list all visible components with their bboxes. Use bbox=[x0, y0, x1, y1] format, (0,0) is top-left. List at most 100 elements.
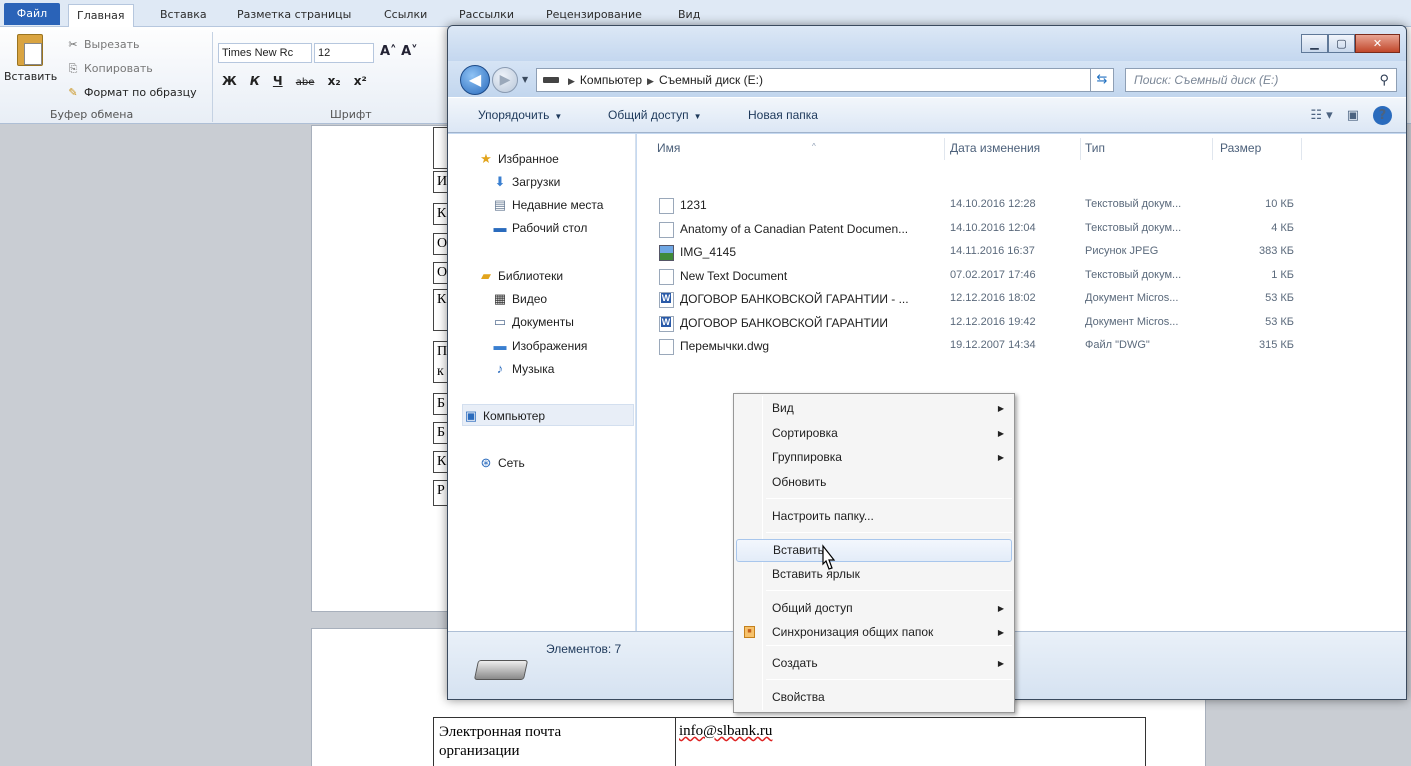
history-dropdown-icon[interactable]: ▼ bbox=[522, 75, 528, 84]
back-button[interactable]: ◀ bbox=[460, 65, 490, 95]
nav-label: Компьютер bbox=[483, 409, 546, 423]
file-size: 53 КБ bbox=[1265, 316, 1294, 328]
format-painter-button[interactable]: ✎ Формат по образцу bbox=[66, 83, 197, 103]
forward-button[interactable]: ▶ bbox=[492, 67, 518, 93]
file-date: 14.10.2016 12:04 bbox=[950, 222, 1036, 234]
font-size-select[interactable]: 12 bbox=[314, 43, 374, 63]
menu-item-6[interactable]: Вставить ярлык bbox=[736, 563, 1012, 586]
format-painter-label: Формат по образцу bbox=[84, 86, 197, 99]
view-options-icon[interactable]: ☷ ▾ bbox=[1310, 108, 1332, 123]
file-row[interactable]: ДОГОВОР БАНКОВСКОЙ ГАРАНТИИ 12.12.2016 19… bbox=[637, 312, 1406, 335]
dwg-file-icon bbox=[659, 339, 674, 355]
underline-button[interactable]: Ч bbox=[273, 74, 283, 88]
menu-item-7[interactable]: Общий доступ ▶ bbox=[736, 597, 1012, 620]
submenu-arrow-icon: ▶ bbox=[997, 659, 1004, 668]
superscript-button[interactable]: x² bbox=[354, 74, 367, 88]
italic-button[interactable]: К bbox=[250, 74, 260, 88]
tab-view[interactable]: Вид bbox=[670, 4, 708, 27]
file-type: Файл "DWG" bbox=[1085, 339, 1150, 351]
file-row[interactable]: 1231 14.10.2016 12:28 Текстовый докум... 10… bbox=[637, 194, 1406, 217]
menu-item-2[interactable]: Группировка ▶ bbox=[736, 446, 1012, 469]
column-divider[interactable] bbox=[1080, 138, 1081, 160]
email-label-line2: организации bbox=[439, 743, 520, 759]
preview-pane-icon[interactable]: ▣ bbox=[1347, 108, 1359, 123]
nav-desktop[interactable]: ▬ Рабочий стол bbox=[492, 217, 588, 239]
nav-computer[interactable]: ▣ Компьютер bbox=[462, 404, 634, 426]
column-name[interactable]: Имя ^ bbox=[657, 134, 937, 162]
column-divider[interactable] bbox=[1212, 138, 1213, 160]
nav-libraries[interactable]: ▰ Библиотеки bbox=[478, 265, 563, 287]
tab-insert[interactable]: Вставка bbox=[152, 4, 215, 27]
nav-network[interactable]: ⊛ Сеть bbox=[478, 452, 525, 474]
tab-home[interactable]: Главная bbox=[68, 4, 134, 28]
email-label-line1: Электронная почта bbox=[439, 724, 562, 740]
clipboard-group-label: Буфер обмена bbox=[50, 108, 134, 121]
copy-button[interactable]: ⎘ Копировать bbox=[66, 59, 153, 79]
breadcrumb-drive[interactable]: Съемный диск (E:) bbox=[659, 73, 763, 87]
bold-button[interactable]: Ж bbox=[222, 74, 237, 88]
nav-favorites[interactable]: ★ Избранное bbox=[478, 148, 559, 170]
help-icon[interactable]: ? bbox=[1373, 106, 1392, 125]
strikethrough-button[interactable]: abe bbox=[296, 77, 315, 88]
menu-item-1[interactable]: Сортировка ▶ bbox=[736, 422, 1012, 445]
menu-item-3[interactable]: Обновить bbox=[736, 471, 1012, 494]
tab-file[interactable]: Файл bbox=[4, 3, 60, 25]
menu-item-8[interactable]: ■ Синхронизация общих папок ▶ bbox=[736, 621, 1012, 644]
address-bar[interactable]: ▶Компьютер▶Съемный диск (E:) ▼ bbox=[536, 68, 1114, 92]
minimize-button[interactable]: ▁ bbox=[1301, 34, 1328, 53]
submenu-arrow-icon: ▶ bbox=[997, 404, 1004, 413]
maximize-button[interactable]: ▢ bbox=[1328, 34, 1355, 53]
explorer-titlebar[interactable]: ▁ ▢ ✕ bbox=[448, 26, 1406, 61]
new-folder-button[interactable]: Новая папка bbox=[748, 98, 818, 133]
font-family-select[interactable]: Times New Rc bbox=[218, 43, 312, 63]
command-bar: Упорядочить ▼ Общий доступ ▼ Новая папка ☷… bbox=[448, 97, 1406, 133]
nav-downloads[interactable]: ⬇ Загрузки bbox=[492, 171, 561, 193]
column-date[interactable]: Дата изменения bbox=[950, 134, 1080, 162]
file-row[interactable]: New Text Document 07.02.2017 17:46 Текстов… bbox=[637, 265, 1406, 288]
nav-music[interactable]: ♪ Музыка bbox=[492, 358, 555, 380]
txt-file-icon bbox=[659, 198, 674, 214]
paste-button[interactable]: Вставить bbox=[4, 34, 57, 104]
menu-item-9[interactable]: Создать ▶ bbox=[736, 652, 1012, 675]
cut-button[interactable]: ✂ Вырезать bbox=[66, 35, 139, 55]
search-input[interactable]: Поиск: Съемный диск (E:) ⚲ bbox=[1125, 68, 1397, 92]
libraries-icon: ▰ bbox=[481, 268, 491, 283]
nav-recent[interactable]: ▤ Недавние места bbox=[492, 194, 604, 216]
organize-button[interactable]: Упорядочить ▼ bbox=[478, 98, 562, 133]
column-divider[interactable] bbox=[1301, 138, 1302, 160]
grow-font-icon[interactable]: A˄ A˅ bbox=[380, 44, 418, 59]
organize-label: Упорядочить bbox=[478, 108, 550, 122]
menu-item-0[interactable]: Вид ▶ bbox=[736, 397, 1012, 420]
tab-references[interactable]: Ссылки bbox=[376, 4, 435, 27]
breadcrumb-computer[interactable]: Компьютер bbox=[580, 73, 642, 87]
file-row[interactable]: IMG_4145 14.11.2016 16:37 Рисунок JPEG 383 … bbox=[637, 241, 1406, 264]
nav-label: Недавние места bbox=[512, 198, 604, 212]
column-type[interactable]: Тип bbox=[1085, 134, 1210, 162]
share-button[interactable]: Общий доступ ▼ bbox=[608, 98, 702, 133]
star-icon: ★ bbox=[480, 151, 492, 166]
subscript-button[interactable]: x₂ bbox=[328, 74, 341, 88]
nav-images[interactable]: ▬ Изображения bbox=[492, 335, 588, 357]
tab-page-layout[interactable]: Разметка страницы bbox=[229, 4, 359, 27]
menu-item-10[interactable]: Свойства bbox=[736, 686, 1012, 709]
tab-review[interactable]: Рецензирование bbox=[538, 4, 650, 27]
sort-arrow-icon: ^ bbox=[812, 142, 816, 151]
column-size[interactable]: Размер bbox=[1220, 134, 1300, 162]
column-divider[interactable] bbox=[944, 138, 945, 160]
file-row[interactable]: Перемычки.dwg 19.12.2007 14:34 Файл "DWG" 3… bbox=[637, 335, 1406, 358]
file-row[interactable]: Anatomy of a Canadian Patent Documen... 1… bbox=[637, 218, 1406, 241]
nav-video[interactable]: ▦ Видео bbox=[492, 288, 547, 310]
file-date: 12.12.2016 19:42 bbox=[950, 316, 1036, 328]
menu-item-label: Синхронизация общих папок bbox=[772, 625, 934, 639]
file-type: Текстовый докум... bbox=[1085, 198, 1182, 210]
nav-documents[interactable]: ▭ Документы bbox=[492, 311, 574, 333]
menu-item-5[interactable]: Вставить bbox=[736, 539, 1012, 562]
search-icon[interactable]: ⚲ bbox=[1379, 69, 1389, 91]
network-icon: ⊛ bbox=[480, 455, 492, 470]
tab-mailings[interactable]: Рассылки bbox=[451, 4, 522, 27]
refresh-button[interactable]: ⇆ bbox=[1090, 68, 1114, 92]
file-row[interactable]: ДОГОВОР БАНКОВСКОЙ ГАРАНТИИ - ... 12.12.2… bbox=[637, 288, 1406, 311]
file-size: 315 КБ bbox=[1258, 339, 1294, 351]
close-button[interactable]: ✕ bbox=[1355, 34, 1400, 53]
menu-item-4[interactable]: Настроить папку... bbox=[736, 505, 1012, 528]
